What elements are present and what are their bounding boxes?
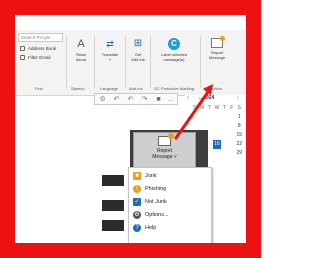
calendar-day [228, 131, 235, 140]
calendar-day [228, 149, 235, 158]
read-aloud-label-2: Aloud [75, 57, 87, 62]
forward-icon[interactable]: ↷ [141, 96, 148, 103]
menu-item-label: Not Junk [145, 199, 167, 205]
calendar-weekday: F [230, 105, 234, 111]
calendar-title: ...2024 [199, 95, 215, 101]
report-message-ribbon-label-2: Message [208, 55, 226, 60]
group-label-find: Find [35, 86, 43, 91]
calendar-day [221, 113, 228, 122]
gc-label-icon: C [168, 38, 180, 50]
calendar-day[interactable]: 16 [213, 140, 221, 149]
phishing-icon: ! [133, 184, 141, 193]
calendar-day [191, 113, 198, 122]
calendar-day [213, 149, 220, 158]
more-options-icon[interactable]: … [167, 96, 174, 103]
menu-item-options[interactable]: ⚙ Options... [133, 210, 207, 221]
calendar-day[interactable]: 29 [236, 149, 243, 158]
calendar-day [213, 113, 220, 122]
junk-icon: ■ [133, 171, 141, 180]
group-label-addins: Add-ins [129, 86, 143, 91]
menu-item-label: Options... [145, 212, 169, 218]
report-button-label-2: Message ˅ [152, 154, 177, 160]
menu-item-label: Help [145, 225, 157, 231]
message-actions-bar: ⚙ ↶ ↶ ↷ ■ … [94, 93, 178, 105]
group-label-language: Language [100, 86, 118, 91]
calendar-prev-icon[interactable]: ‹ [187, 95, 189, 101]
search-people-input[interactable]: Search People [18, 33, 63, 42]
group-label-gc: GC Protective Marking [153, 86, 195, 91]
calendar-day [221, 149, 228, 158]
report-message-icon [158, 133, 174, 146]
calendar-weekday: S [237, 105, 241, 111]
translate-button[interactable]: ⇄ Translate ˅ [97, 38, 123, 62]
report-message-button[interactable]: Report Message ˅ [133, 132, 196, 168]
calendar-day[interactable]: 15 [236, 131, 243, 140]
calendar-weekday: M [200, 105, 205, 111]
menu-item-label: Phishing [145, 186, 167, 192]
calendar-weekday: T [222, 105, 226, 111]
calendar-day [221, 122, 228, 131]
calendar-day[interactable]: 1 [236, 113, 243, 122]
dimmed-row [102, 200, 124, 211]
ribbon-separator [200, 36, 201, 88]
get-addins-button[interactable]: ⊞ Get Add-ins [127, 38, 149, 62]
options-icon: ⚙ [133, 210, 141, 219]
report-message-menu: ■ Junk ! Phishing ✓ Not Junk ⚙ Options... ? H… [128, 167, 212, 243]
chevron-down-icon: ˅ [108, 57, 112, 62]
menu-item-label: Junk [145, 173, 157, 179]
menu-item-phishing[interactable]: ! Phishing [133, 184, 207, 195]
menu-item-junk[interactable]: ■ Junk [133, 171, 207, 182]
menu-item-help[interactable]: ? Help [133, 223, 207, 234]
calendar-day[interactable]: 22 [236, 140, 243, 149]
calendar-day[interactable]: 8 [236, 122, 243, 131]
calendar-day [228, 122, 235, 131]
calendar-day [221, 131, 228, 140]
calendar-day [206, 113, 213, 122]
reply-icon[interactable]: ↶ [113, 96, 120, 103]
report-message-ribbon-button[interactable]: Report Message [203, 36, 231, 60]
read-aloud-button[interactable]: A Read Aloud [70, 38, 92, 62]
ribbon-separator [94, 36, 95, 88]
filter-icon [20, 55, 25, 60]
calendar-day [228, 113, 235, 122]
read-aloud-icon: A [77, 38, 85, 50]
filter-email-button[interactable]: Filter Email [28, 55, 51, 60]
gear-icon[interactable]: ⚙ [99, 96, 106, 103]
addins-grid-icon: ⊞ [133, 38, 143, 49]
calendar-day [198, 113, 205, 122]
calendar-weekday: S [193, 105, 197, 111]
screenshot-area: Search People Address Book Filter Email … [15, 15, 246, 243]
ribbon-separator [66, 36, 67, 88]
address-book-button[interactable]: Address Book [28, 46, 56, 51]
calendar-weekday-row: SMTWTFS [191, 104, 243, 113]
calendar-day [213, 131, 220, 140]
group-label-speech: Speech [71, 86, 85, 91]
address-book-icon [20, 46, 25, 51]
label-selected-label-2: message(s) [163, 57, 185, 62]
calendar-day [213, 122, 220, 131]
help-icon: ? [133, 223, 141, 232]
translate-icon: ⇄ [106, 39, 114, 49]
ribbon-separator [150, 36, 151, 88]
not-junk-icon: ✓ [133, 197, 141, 206]
dimmed-row [102, 175, 124, 186]
ribbon-separator [125, 36, 126, 88]
group-label-protection: Protection [204, 86, 223, 91]
label-selected-button[interactable]: C Label selected message(s) [152, 38, 196, 62]
calendar-day [221, 140, 228, 149]
teams-icon[interactable]: ■ [155, 96, 162, 103]
calendar-weekday: W [214, 105, 220, 111]
report-message-icon [211, 36, 225, 48]
reply-all-icon[interactable]: ↶ [127, 96, 134, 103]
calendar-next-icon[interactable]: › [237, 95, 239, 101]
calendar-day [228, 140, 235, 149]
calendar-weekday: T [208, 105, 212, 111]
dimmed-row [102, 220, 124, 231]
get-addins-label-2: Add-ins [131, 57, 145, 62]
calendar-week-row: 1 [191, 113, 243, 122]
ribbon: Search People Address Book Filter Email … [15, 30, 246, 97]
menu-item-not-junk[interactable]: ✓ Not Junk [133, 197, 207, 208]
